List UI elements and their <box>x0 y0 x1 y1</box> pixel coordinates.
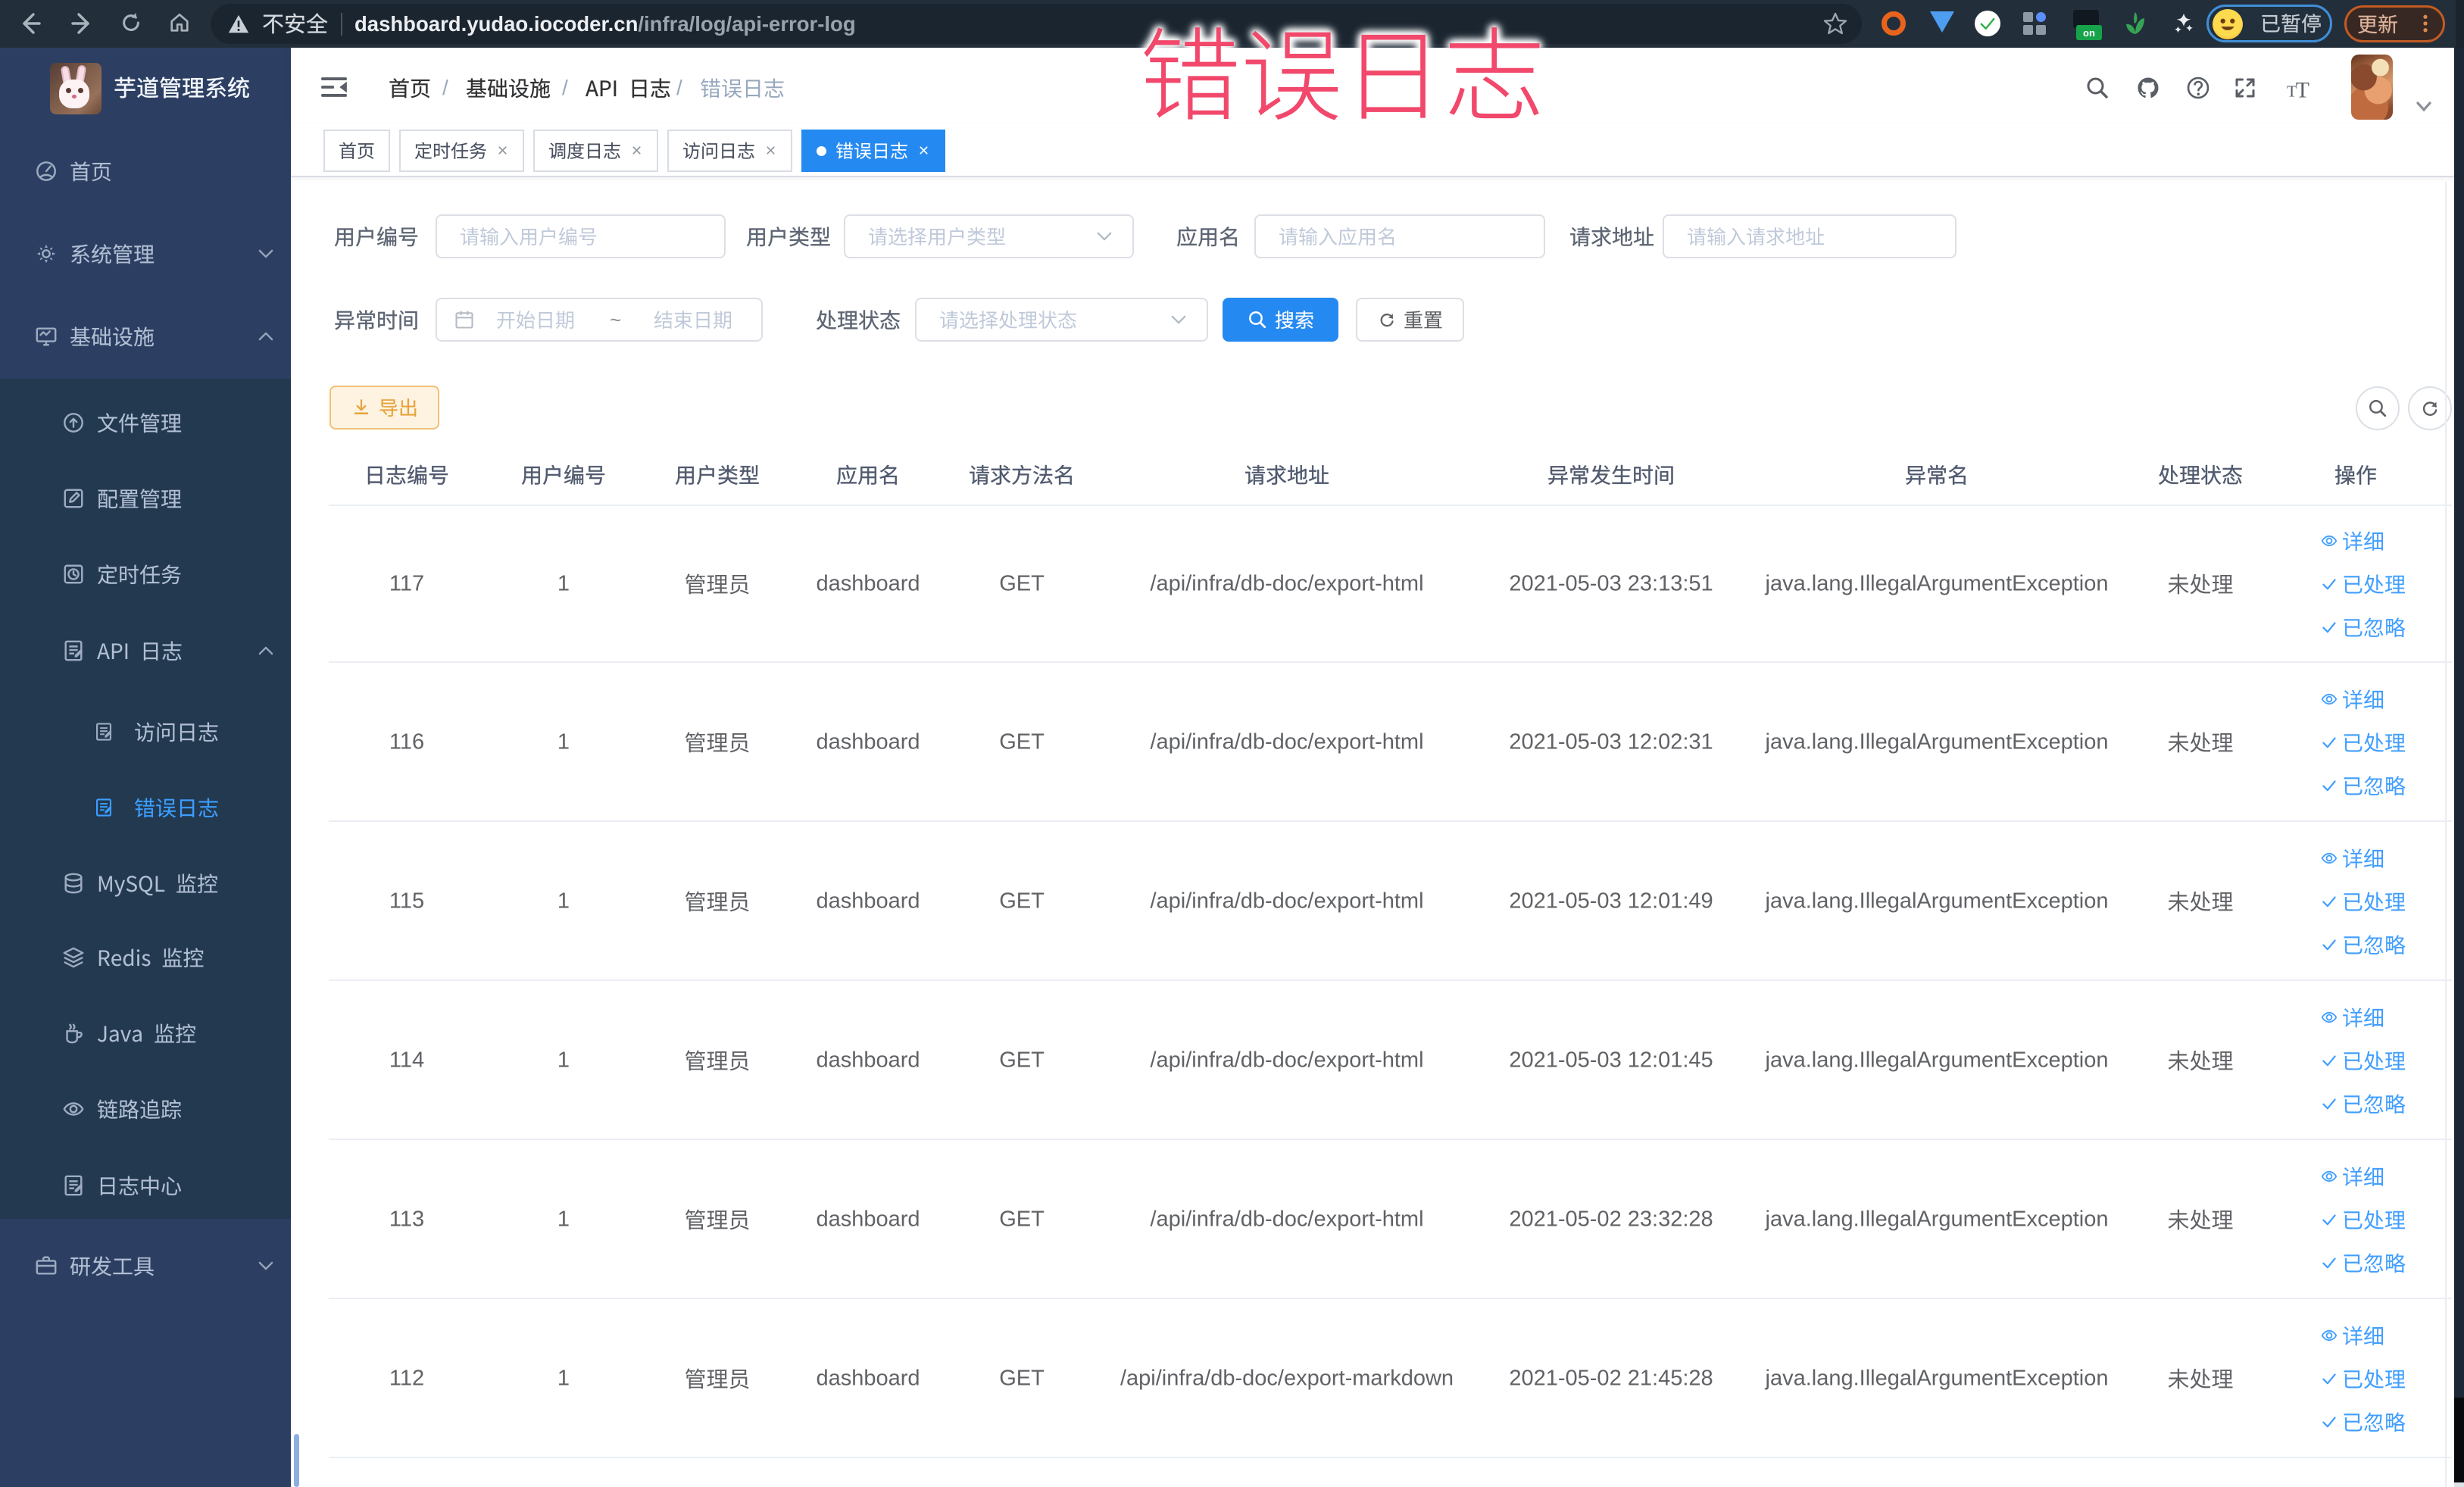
svg-text:T: T <box>2296 78 2309 102</box>
